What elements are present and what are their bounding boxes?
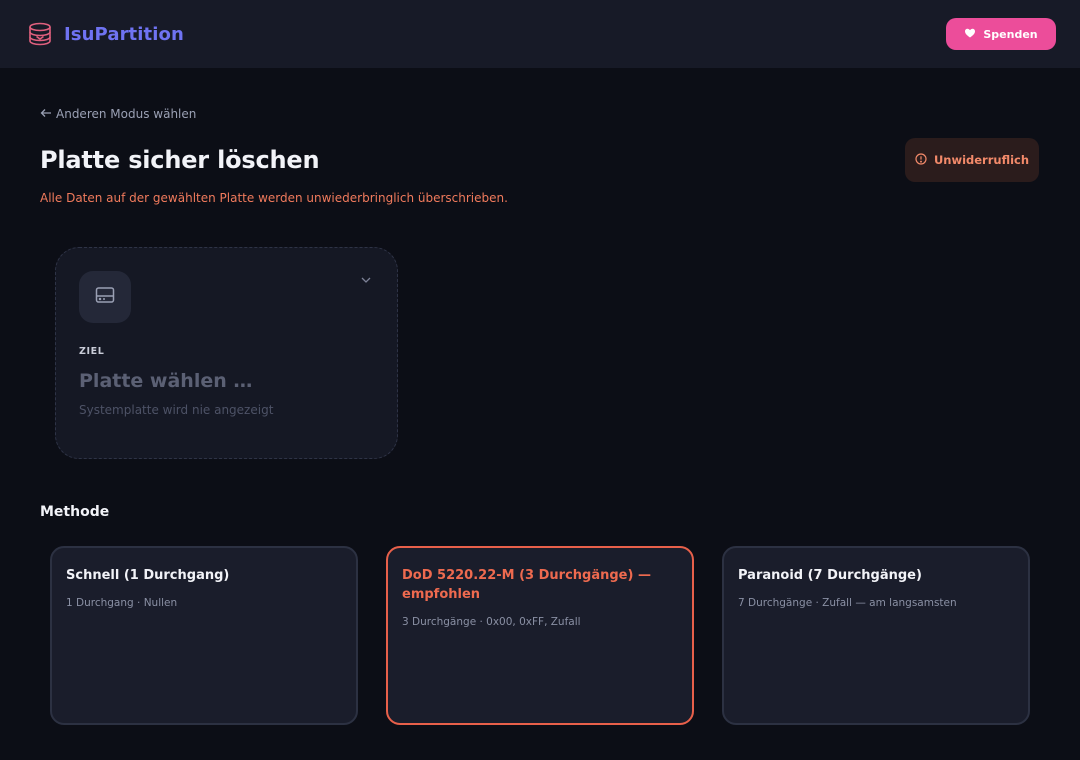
app-header: IsuPartition Spenden xyxy=(0,0,1080,68)
method-option-dod[interactable]: DoD 5220.22-M (3 Durchgänge) — empfohlen… xyxy=(386,546,694,725)
method-desc: 1 Durchgang · Nullen xyxy=(66,597,178,609)
heart-hand-icon xyxy=(964,27,976,42)
donate-label: Spenden xyxy=(983,27,1038,41)
method-name: DoD 5220.22-M (3 Durchgänge) — empfohlen xyxy=(402,568,651,602)
hard-drive-icon xyxy=(94,284,116,310)
target-label: ZIEL xyxy=(79,346,105,357)
back-link[interactable]: Anderen Modus wählen xyxy=(40,107,196,121)
back-link-label: Anderen Modus wählen xyxy=(56,107,197,121)
target-placeholder: Platte wählen … xyxy=(79,370,253,392)
method-option-quick[interactable]: Schnell (1 Durchgang) 1 Durchgang · Null… xyxy=(50,546,358,725)
target-disk-select[interactable]: ZIEL Platte wählen … Systemplatte wird n… xyxy=(55,247,398,459)
page-subtitle: Alle Daten auf der gewählten Platte werd… xyxy=(40,191,508,205)
method-section-title: Methode xyxy=(40,504,110,520)
chevron-down-icon xyxy=(359,272,373,286)
method-desc: 7 Durchgänge · Zufall — am langsamsten xyxy=(738,597,957,609)
disk-icon-box xyxy=(79,271,131,323)
target-hint: Systemplatte wird nie angezeigt xyxy=(79,403,274,417)
page-title: Platte sicher löschen xyxy=(40,146,320,174)
donate-button[interactable]: Spenden xyxy=(946,18,1056,50)
irreversible-label: Unwiderruflich xyxy=(933,153,1030,167)
brand[interactable]: IsuPartition xyxy=(26,20,184,48)
method-option-paranoid[interactable]: Paranoid (7 Durchgänge) 7 Durchgänge · Z… xyxy=(722,546,1030,725)
irreversible-badge: Unwiderruflich xyxy=(905,138,1039,182)
stacked-disks-icon xyxy=(26,20,54,48)
alert-circle-icon xyxy=(915,152,927,168)
method-name: Paranoid (7 Durchgänge) xyxy=(738,568,922,583)
app-name: IsuPartition xyxy=(64,23,184,45)
method-desc: 3 Durchgänge · 0x00, 0xFF, Zufall xyxy=(402,616,581,628)
method-name: Schnell (1 Durchgang) xyxy=(66,568,230,583)
arrow-left-icon xyxy=(40,107,52,121)
